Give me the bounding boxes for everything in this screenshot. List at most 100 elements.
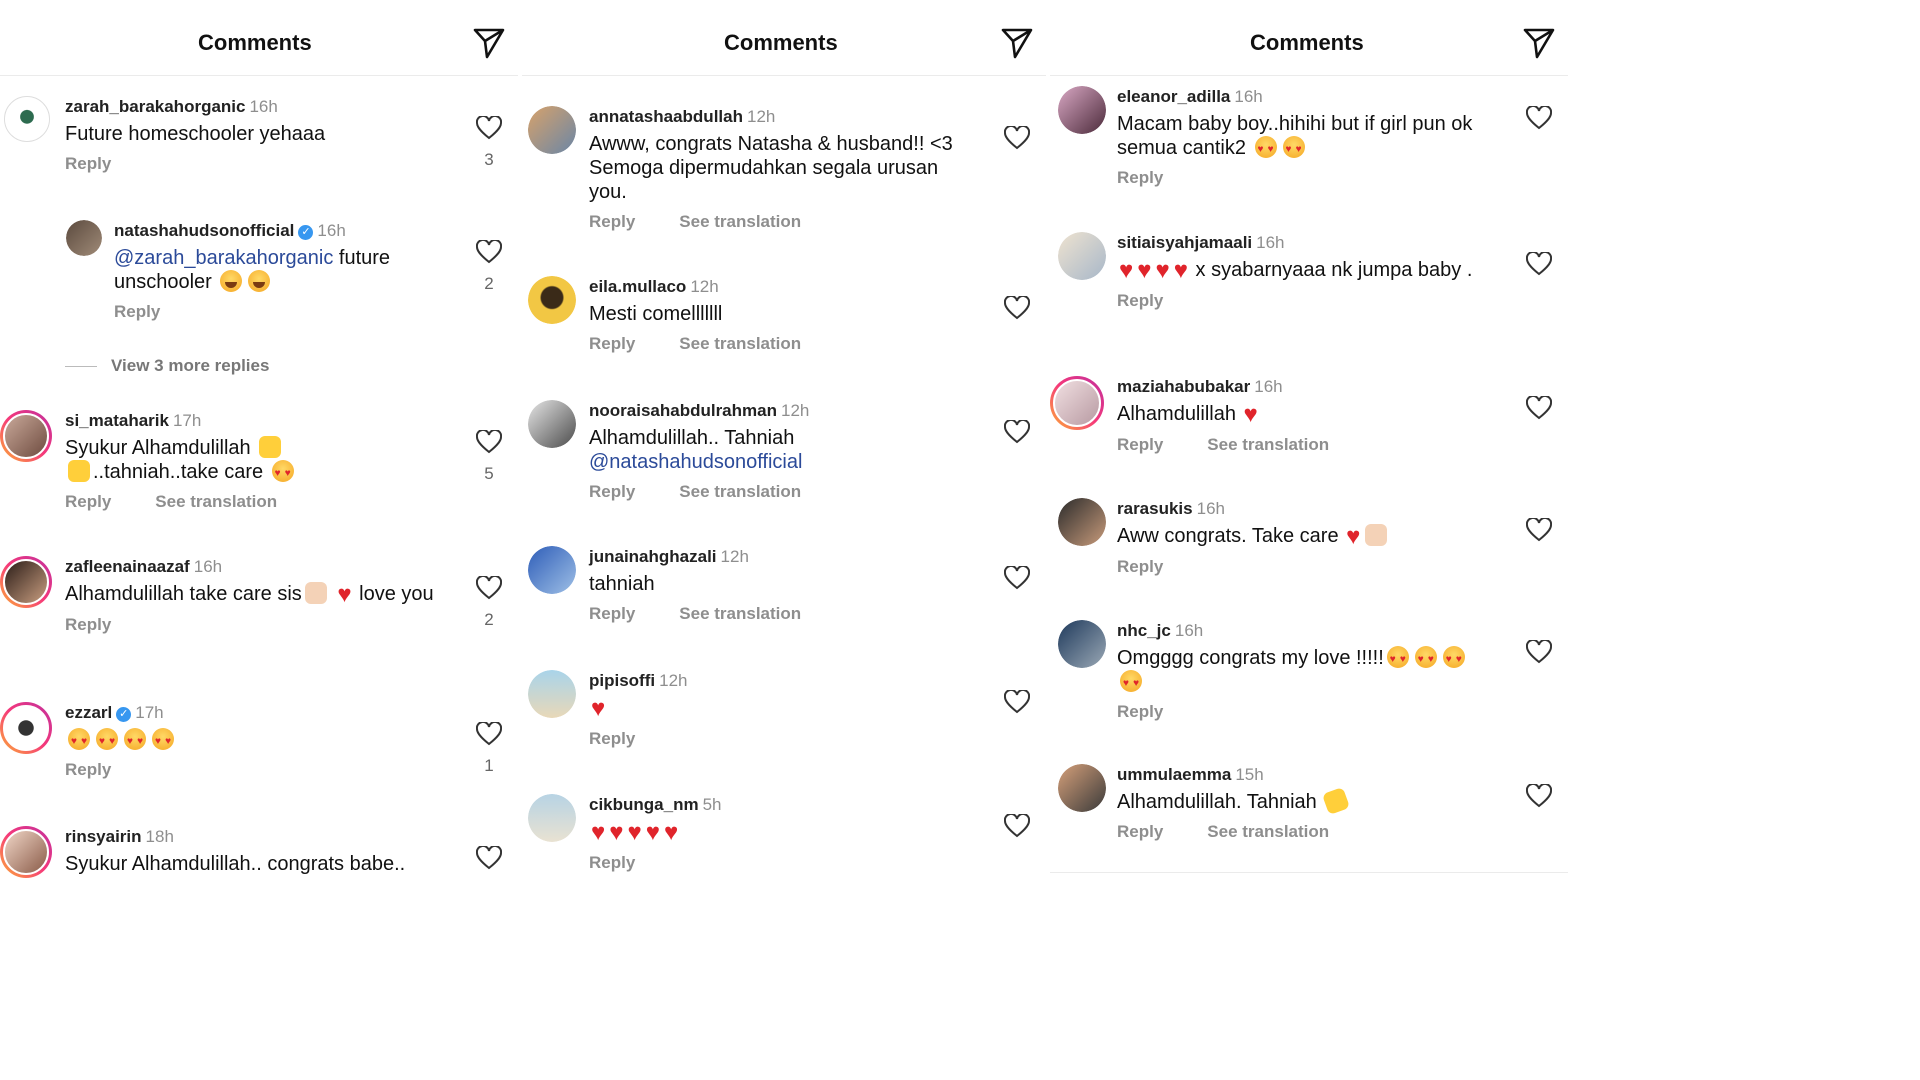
heart-outline-icon[interactable] [1526, 518, 1552, 542]
comment-username[interactable]: sitiaisyahjamaali [1117, 233, 1252, 252]
like-button[interactable]: 5 [474, 430, 504, 484]
reply-button[interactable]: Reply [589, 212, 635, 231]
like-button[interactable] [1002, 566, 1032, 590]
like-button[interactable] [1524, 784, 1554, 808]
see-translation-button[interactable]: See translation [679, 334, 801, 353]
see-translation-button[interactable]: See translation [1207, 822, 1329, 841]
heart-outline-icon[interactable] [476, 116, 502, 140]
avatar[interactable] [1058, 86, 1106, 134]
heart-outline-icon[interactable] [1526, 396, 1552, 420]
comment-username[interactable]: annatashaabdullah [589, 107, 743, 126]
like-button[interactable] [1002, 126, 1032, 150]
reply-button[interactable]: Reply [589, 334, 635, 353]
avatar[interactable] [1058, 232, 1106, 280]
mention-link[interactable]: @natashahudsonofficial [589, 451, 802, 473]
send-icon[interactable] [1000, 26, 1034, 60]
like-button[interactable]: 2 [474, 576, 504, 630]
see-translation-button[interactable]: See translation [155, 492, 277, 511]
avatar[interactable] [528, 794, 576, 842]
heart-outline-icon[interactable] [1526, 640, 1552, 664]
avatar[interactable] [528, 276, 576, 324]
like-button[interactable] [1524, 518, 1554, 542]
comment-username[interactable]: rarasukis [1117, 499, 1193, 518]
heart-outline-icon[interactable] [1526, 252, 1552, 276]
reply-button[interactable]: Reply [1117, 557, 1163, 576]
comment-username[interactable]: pipisoffi [589, 671, 655, 690]
see-translation-button[interactable]: See translation [1207, 435, 1329, 454]
comment-username[interactable]: nhc_jc [1117, 621, 1171, 640]
reply-button[interactable]: Reply [589, 853, 635, 872]
avatar[interactable] [1058, 620, 1106, 668]
avatar[interactable] [528, 546, 576, 594]
reply-button[interactable]: Reply [589, 604, 635, 623]
heart-outline-icon[interactable] [1526, 784, 1552, 808]
heart-outline-icon[interactable] [1004, 420, 1030, 444]
reply-button[interactable]: Reply [1117, 822, 1163, 841]
send-icon[interactable] [472, 26, 506, 60]
like-button[interactable] [1524, 640, 1554, 664]
reply-button[interactable]: Reply [1117, 435, 1163, 454]
like-button[interactable] [474, 846, 504, 870]
comment-username[interactable]: zafleenainaazaf [65, 557, 190, 576]
comment-username[interactable]: zarah_barakahorganic [65, 97, 245, 116]
like-button[interactable]: 1 [474, 722, 504, 776]
avatar[interactable] [0, 410, 52, 462]
comment-username[interactable]: rinsyairin [65, 827, 142, 846]
heart-outline-icon[interactable] [1004, 690, 1030, 714]
avatar[interactable] [1050, 376, 1104, 430]
like-button[interactable] [1524, 106, 1554, 130]
see-translation-button[interactable]: See translation [679, 482, 801, 501]
avatar[interactable] [528, 400, 576, 448]
like-button[interactable] [1524, 396, 1554, 420]
reply-button[interactable]: Reply [65, 154, 111, 173]
reply-button[interactable]: Reply [114, 302, 160, 321]
reply-button[interactable]: Reply [65, 760, 111, 779]
avatar[interactable] [528, 106, 576, 154]
reply-button[interactable]: Reply [65, 615, 111, 634]
reply-button[interactable]: Reply [1117, 702, 1163, 721]
heart-outline-icon[interactable] [476, 430, 502, 454]
see-translation-button[interactable]: See translation [679, 604, 801, 623]
like-button[interactable] [1002, 690, 1032, 714]
comment-username[interactable]: cikbunga_nm [589, 795, 699, 814]
reply-button[interactable]: Reply [1117, 168, 1163, 187]
see-translation-button[interactable]: See translation [679, 212, 801, 231]
reply-button[interactable]: Reply [589, 729, 635, 748]
avatar[interactable] [1058, 764, 1106, 812]
heart-outline-icon[interactable] [1004, 566, 1030, 590]
avatar[interactable] [4, 96, 50, 142]
comment-username[interactable]: ummulaemma [1117, 765, 1231, 784]
comment-username[interactable]: eleanor_adilla [1117, 87, 1230, 106]
send-icon[interactable] [1522, 26, 1556, 60]
heart-outline-icon[interactable] [1526, 106, 1552, 130]
heart-outline-icon[interactable] [1004, 296, 1030, 320]
like-button[interactable] [1524, 252, 1554, 276]
view-more-replies-button[interactable]: View 3 more replies [65, 356, 269, 376]
comment-username[interactable]: natashahudsonofficial [114, 221, 294, 240]
comment-username[interactable]: ezzarl [65, 703, 112, 722]
like-button[interactable] [1002, 420, 1032, 444]
comment-username[interactable]: nooraisahabdulrahman [589, 401, 777, 420]
reply-button[interactable]: Reply [1117, 291, 1163, 310]
heart-outline-icon[interactable] [1004, 126, 1030, 150]
comment-username[interactable]: maziahabubakar [1117, 377, 1250, 396]
comment-username[interactable]: si_mataharik [65, 411, 169, 430]
like-button[interactable]: 3 [474, 116, 504, 170]
avatar[interactable] [1058, 498, 1106, 546]
like-button[interactable] [1002, 296, 1032, 320]
avatar[interactable] [66, 220, 102, 256]
heart-outline-icon[interactable] [476, 576, 502, 600]
reply-button[interactable]: Reply [589, 482, 635, 501]
like-button[interactable]: 2 [474, 240, 504, 294]
avatar[interactable] [0, 826, 52, 878]
mention-link[interactable]: @zarah_barakahorganic [114, 247, 333, 269]
heart-outline-icon[interactable] [476, 240, 502, 264]
avatar[interactable] [0, 702, 52, 754]
reply-button[interactable]: Reply [65, 492, 111, 511]
heart-outline-icon[interactable] [476, 722, 502, 746]
avatar[interactable] [0, 556, 52, 608]
heart-outline-icon[interactable] [476, 846, 502, 870]
comment-username[interactable]: junainahghazali [589, 547, 717, 566]
heart-outline-icon[interactable] [1004, 814, 1030, 838]
comment-username[interactable]: eila.mullaco [589, 277, 686, 296]
